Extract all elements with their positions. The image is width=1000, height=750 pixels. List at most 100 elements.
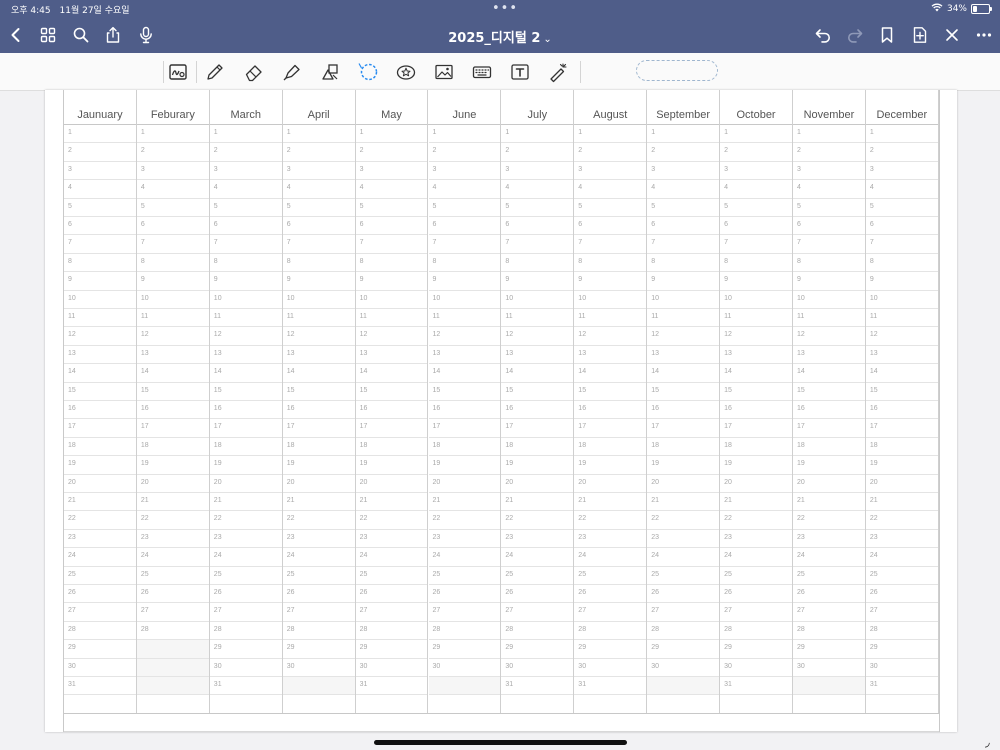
home-indicator[interactable] [374,740,627,745]
day-cell[interactable]: 29 [355,640,428,659]
day-cell[interactable]: 27 [720,603,792,622]
day-cell[interactable]: 4 [64,180,136,199]
day-cell[interactable]: 15 [720,383,792,401]
day-cell[interactable]: 24 [64,548,136,567]
eraser-tool[interactable] [241,59,267,85]
day-cell[interactable]: 29 [720,640,792,659]
day-cell[interactable]: 2 [64,143,136,162]
day-cell[interactable]: 1 [282,125,355,144]
day-cell[interactable]: 12 [720,327,792,346]
day-cell[interactable]: 31 [64,677,136,696]
day-cell[interactable]: 13 [574,346,647,365]
day-cell[interactable]: 25 [282,567,355,585]
day-cell[interactable]: 29 [209,640,282,659]
day-cell[interactable]: 11 [282,309,355,328]
day-cell[interactable]: 2 [574,143,647,162]
day-cell[interactable]: 15 [647,383,720,401]
day-cell[interactable]: 9 [136,272,209,291]
day-cell[interactable]: 2 [428,143,501,162]
day-cell[interactable]: 4 [282,180,355,199]
page-thumbnails-button[interactable] [37,24,59,46]
day-cell[interactable]: 5 [793,199,865,217]
day-cell[interactable]: 18 [574,438,647,457]
day-cell[interactable]: 27 [282,603,355,622]
sticker-tool[interactable] [393,59,419,85]
day-cell[interactable]: 17 [574,419,647,438]
day-cell[interactable]: 16 [865,401,938,420]
day-cell[interactable]: 20 [355,475,428,493]
day-cell[interactable]: 25 [720,567,792,585]
day-cell[interactable]: 27 [64,603,136,622]
day-cell[interactable]: 23 [647,530,720,549]
day-cell[interactable]: 28 [209,622,282,641]
day-cell[interactable]: 2 [793,143,865,162]
day-cell[interactable]: 10 [720,291,792,309]
day-cell[interactable]: 16 [501,401,574,420]
day-cell[interactable]: 8 [136,254,209,273]
day-cell[interactable]: 30 [865,659,938,677]
day-cell[interactable]: 28 [136,622,209,641]
day-cell[interactable]: 15 [793,383,865,401]
day-cell[interactable]: 3 [64,162,136,181]
day-cell[interactable]: 17 [355,419,428,438]
day-cell[interactable]: 18 [282,438,355,457]
day-cell[interactable]: 15 [865,383,938,401]
day-cell[interactable]: 23 [209,530,282,549]
day-cell[interactable]: 31 [355,677,428,696]
day-cell[interactable]: 2 [647,143,720,162]
day-cell[interactable]: 29 [282,640,355,659]
day-cell[interactable]: 29 [64,640,136,659]
empty-day-cell[interactable] [136,677,209,696]
day-cell[interactable]: 5 [720,199,792,217]
day-cell[interactable]: 14 [355,364,428,383]
day-cell[interactable]: 11 [355,309,428,328]
day-cell[interactable]: 10 [428,291,501,309]
day-cell[interactable]: 24 [865,548,938,567]
day-cell[interactable]: 6 [647,217,720,236]
share-button[interactable] [102,24,124,46]
day-cell[interactable]: 23 [501,530,574,549]
day-cell[interactable]: 27 [209,603,282,622]
day-cell[interactable]: 13 [209,346,282,365]
day-cell[interactable]: 19 [355,456,428,475]
day-cell[interactable]: 29 [793,640,865,659]
day-cell[interactable]: 2 [209,143,282,162]
day-cell[interactable]: 22 [282,511,355,530]
day-cell[interactable]: 27 [865,603,938,622]
day-cell[interactable]: 29 [865,640,938,659]
day-cell[interactable]: 30 [428,659,501,677]
day-cell[interactable]: 24 [209,548,282,567]
day-cell[interactable]: 16 [428,401,501,420]
day-cell[interactable]: 22 [209,511,282,530]
day-cell[interactable]: 1 [428,125,501,144]
day-cell[interactable]: 5 [647,199,720,217]
day-cell[interactable]: 1 [647,125,720,144]
day-cell[interactable]: 3 [865,162,938,181]
day-cell[interactable]: 23 [428,530,501,549]
day-cell[interactable]: 1 [355,125,428,144]
day-cell[interactable]: 17 [282,419,355,438]
day-cell[interactable]: 29 [428,640,501,659]
day-cell[interactable]: 26 [501,585,574,604]
day-cell[interactable]: 5 [64,199,136,217]
day-cell[interactable]: 20 [136,475,209,493]
day-cell[interactable]: 27 [647,603,720,622]
day-cell[interactable]: 3 [574,162,647,181]
day-cell[interactable]: 2 [282,143,355,162]
day-cell[interactable]: 17 [865,419,938,438]
day-cell[interactable]: 20 [574,475,647,493]
day-cell[interactable]: 30 [209,659,282,677]
day-cell[interactable]: 26 [209,585,282,604]
day-cell[interactable]: 30 [574,659,647,677]
day-cell[interactable]: 16 [574,401,647,420]
day-cell[interactable]: 21 [209,493,282,512]
day-cell[interactable]: 20 [209,475,282,493]
day-cell[interactable]: 28 [574,622,647,641]
day-cell[interactable]: 10 [865,291,938,309]
day-cell[interactable]: 20 [501,475,574,493]
day-cell[interactable]: 3 [428,162,501,181]
day-cell[interactable]: 28 [282,622,355,641]
back-button[interactable] [5,24,27,46]
day-cell[interactable]: 26 [720,585,792,604]
day-cell[interactable]: 21 [501,493,574,512]
